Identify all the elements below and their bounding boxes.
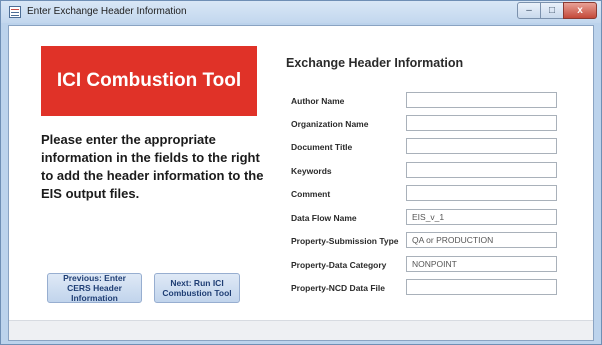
window-title: Enter Exchange Header Information xyxy=(27,6,187,17)
document-title-field[interactable] xyxy=(406,138,557,154)
document-title-label: Document Title xyxy=(291,142,353,152)
ncd-data-file-label: Property-NCD Data File xyxy=(291,283,385,293)
form-heading: Exchange Header Information xyxy=(286,56,464,70)
data-flow-name-field[interactable]: EIS_v_1 xyxy=(406,209,557,225)
application-window: Enter Exchange Header Information – □ x … xyxy=(0,0,602,345)
banner-title: ICI Combustion Tool xyxy=(56,70,242,91)
form-icon xyxy=(9,6,21,18)
submission-type-field[interactable]: QA or PRODUCTION xyxy=(406,232,557,248)
form-body: ICI Combustion Tool Please enter the app… xyxy=(8,25,594,341)
submission-type-label: Property-Submission Type xyxy=(291,236,399,246)
comment-label: Comment xyxy=(291,189,331,199)
author-name-label: Author Name xyxy=(291,96,345,106)
comment-field[interactable] xyxy=(406,185,557,201)
data-category-field[interactable]: NONPOINT xyxy=(406,256,557,272)
close-button[interactable]: x xyxy=(563,2,597,19)
organization-name-field[interactable] xyxy=(406,115,557,131)
tool-banner: ICI Combustion Tool xyxy=(41,46,257,116)
data-flow-name-label: Data Flow Name xyxy=(291,213,357,223)
form-footer xyxy=(9,320,593,340)
maximize-button[interactable]: □ xyxy=(540,2,564,19)
next-button[interactable]: Next: Run ICI Combustion Tool xyxy=(154,273,240,303)
keywords-field[interactable] xyxy=(406,162,557,178)
minimize-button[interactable]: – xyxy=(517,2,541,19)
data-category-label: Property-Data Category xyxy=(291,260,387,270)
ncd-data-file-field[interactable] xyxy=(406,279,557,295)
author-name-field[interactable] xyxy=(406,92,557,108)
instructions-text: Please enter the appropriate information… xyxy=(41,132,264,201)
title-bar[interactable]: Enter Exchange Header Information – □ x xyxy=(1,1,601,23)
previous-button[interactable]: Previous: Enter CERS Header Information xyxy=(47,273,142,303)
organization-name-label: Organization Name xyxy=(291,119,369,129)
keywords-label: Keywords xyxy=(291,166,332,176)
